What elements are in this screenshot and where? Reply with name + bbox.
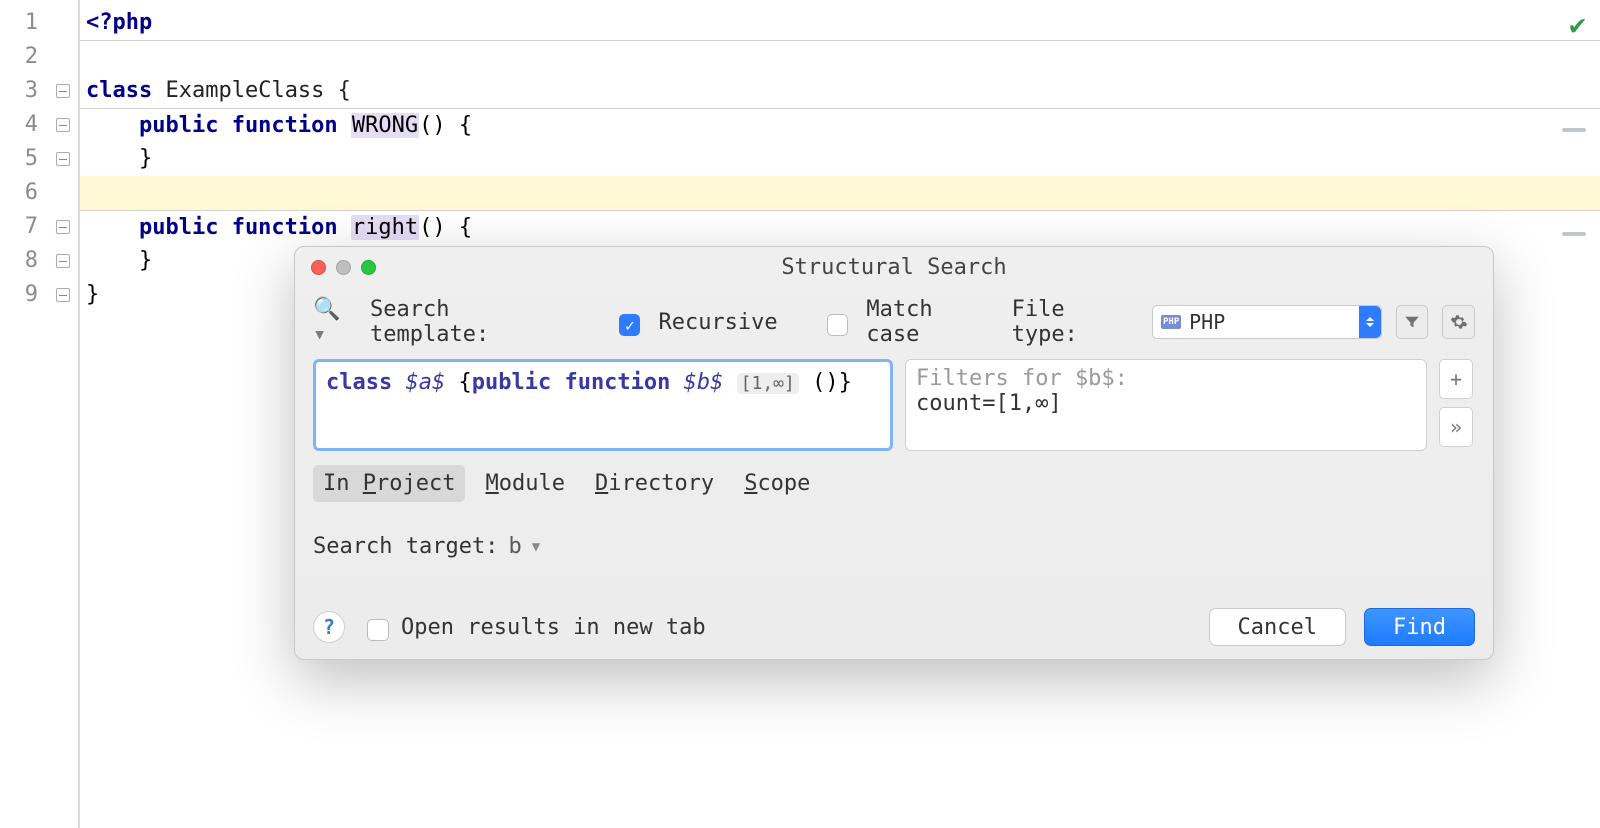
query-text: $b$	[684, 370, 724, 395]
titlebar[interactable]: Structural Search	[295, 247, 1493, 287]
code-text: public function	[86, 215, 351, 240]
search-template-label: Search template:	[370, 297, 574, 347]
query-text: public function	[472, 370, 684, 395]
scope-module[interactable]: Module	[475, 465, 574, 502]
find-button[interactable]: Find	[1364, 608, 1475, 646]
open-results-checkbox[interactable]	[367, 619, 389, 641]
gear-icon[interactable]	[1442, 305, 1475, 339]
query-text: {	[445, 370, 472, 395]
query-range-badge: [1,∞]	[737, 373, 799, 394]
code-text: public function	[86, 113, 351, 138]
more-filter-button[interactable]: »	[1439, 407, 1473, 447]
code-editor: 1 2 3 4 5 6 7 8 9 <?php class ExampleCla…	[0, 0, 1600, 828]
line-number: 6	[0, 176, 48, 210]
fold-gutter	[48, 0, 78, 828]
line-number-gutter: 1 2 3 4 5 6 7 8 9	[0, 0, 48, 828]
highlighted-identifier: right	[351, 215, 419, 240]
code-text: <?php	[86, 10, 152, 35]
fold-icon[interactable]	[56, 84, 70, 98]
open-results-label: Open results in new tab	[401, 615, 706, 640]
query-text: ()}	[799, 370, 852, 395]
fold-icon[interactable]	[56, 220, 70, 234]
line-number: 5	[0, 142, 48, 176]
code-text: class	[86, 78, 165, 103]
fold-icon[interactable]	[56, 152, 70, 166]
fold-icon[interactable]	[56, 254, 70, 268]
help-icon[interactable]: ?	[313, 611, 345, 643]
filters-panel[interactable]: Filters for $b$: count=[1,∞]	[905, 359, 1427, 451]
select-caret-icon	[1359, 306, 1381, 338]
code-area[interactable]: <?php class ExampleClass { public functi…	[80, 0, 1600, 828]
recursive-label: Recursive	[658, 310, 777, 335]
dialog-title: Structural Search	[295, 255, 1493, 280]
scope-scope[interactable]: Scope	[734, 465, 820, 502]
search-target-label: Search target:	[313, 534, 498, 559]
scope-tabs: In Project Module Directory Scope	[295, 451, 1493, 502]
query-text: class	[326, 370, 405, 395]
search-icon[interactable]: 🔍▾	[313, 297, 352, 347]
inspection-gutter: ✔	[1546, 0, 1600, 828]
code-text: ExampleClass {	[165, 78, 350, 103]
file-type-select[interactable]: PHP PHP	[1152, 305, 1382, 339]
line-number: 4	[0, 108, 48, 142]
line-number: 9	[0, 278, 48, 312]
line-number: 8	[0, 244, 48, 278]
php-icon: PHP	[1161, 315, 1181, 329]
add-filter-button[interactable]: +	[1439, 359, 1473, 399]
filter-icon[interactable]	[1396, 305, 1429, 339]
match-case-checkbox[interactable]	[827, 314, 848, 336]
code-text: }	[86, 146, 152, 171]
line-number: 3	[0, 74, 48, 108]
code-text: }	[86, 282, 99, 307]
filters-value: count=[1,∞]	[916, 391, 1416, 416]
code-text: () {	[419, 113, 472, 138]
inspection-ok-icon[interactable]: ✔	[1569, 8, 1586, 41]
structural-search-dialog: Structural Search 🔍▾ Search template: Re…	[294, 246, 1494, 660]
scope-in-project[interactable]: In Project	[313, 465, 465, 502]
search-target-value[interactable]: b	[508, 534, 521, 559]
code-text: }	[86, 248, 152, 273]
file-type-value: PHP	[1189, 310, 1225, 334]
match-case-label: Match case	[866, 297, 993, 347]
line-number: 1	[0, 6, 48, 40]
inspection-mark[interactable]	[1562, 128, 1586, 132]
cancel-button[interactable]: Cancel	[1209, 608, 1346, 646]
scope-directory[interactable]: Directory	[585, 465, 724, 502]
query-text: $a$	[405, 370, 445, 395]
fold-icon[interactable]	[56, 288, 70, 302]
chevron-down-icon[interactable]: ▼	[532, 539, 540, 555]
search-template-input[interactable]: class $a$ {public function $b$ [1,∞] ()}	[313, 359, 893, 451]
filters-placeholder: Filters for $b$:	[916, 366, 1416, 391]
code-text: () {	[419, 215, 472, 240]
fold-icon[interactable]	[56, 118, 70, 132]
line-number: 7	[0, 210, 48, 244]
file-type-label: File type:	[1012, 297, 1139, 347]
dialog-toolbar: 🔍▾ Search template: Recursive Match case…	[295, 287, 1493, 359]
recursive-checkbox[interactable]	[619, 314, 640, 336]
highlighted-identifier: WRONG	[351, 113, 419, 138]
inspection-mark[interactable]	[1562, 232, 1586, 236]
line-number: 2	[0, 40, 48, 74]
